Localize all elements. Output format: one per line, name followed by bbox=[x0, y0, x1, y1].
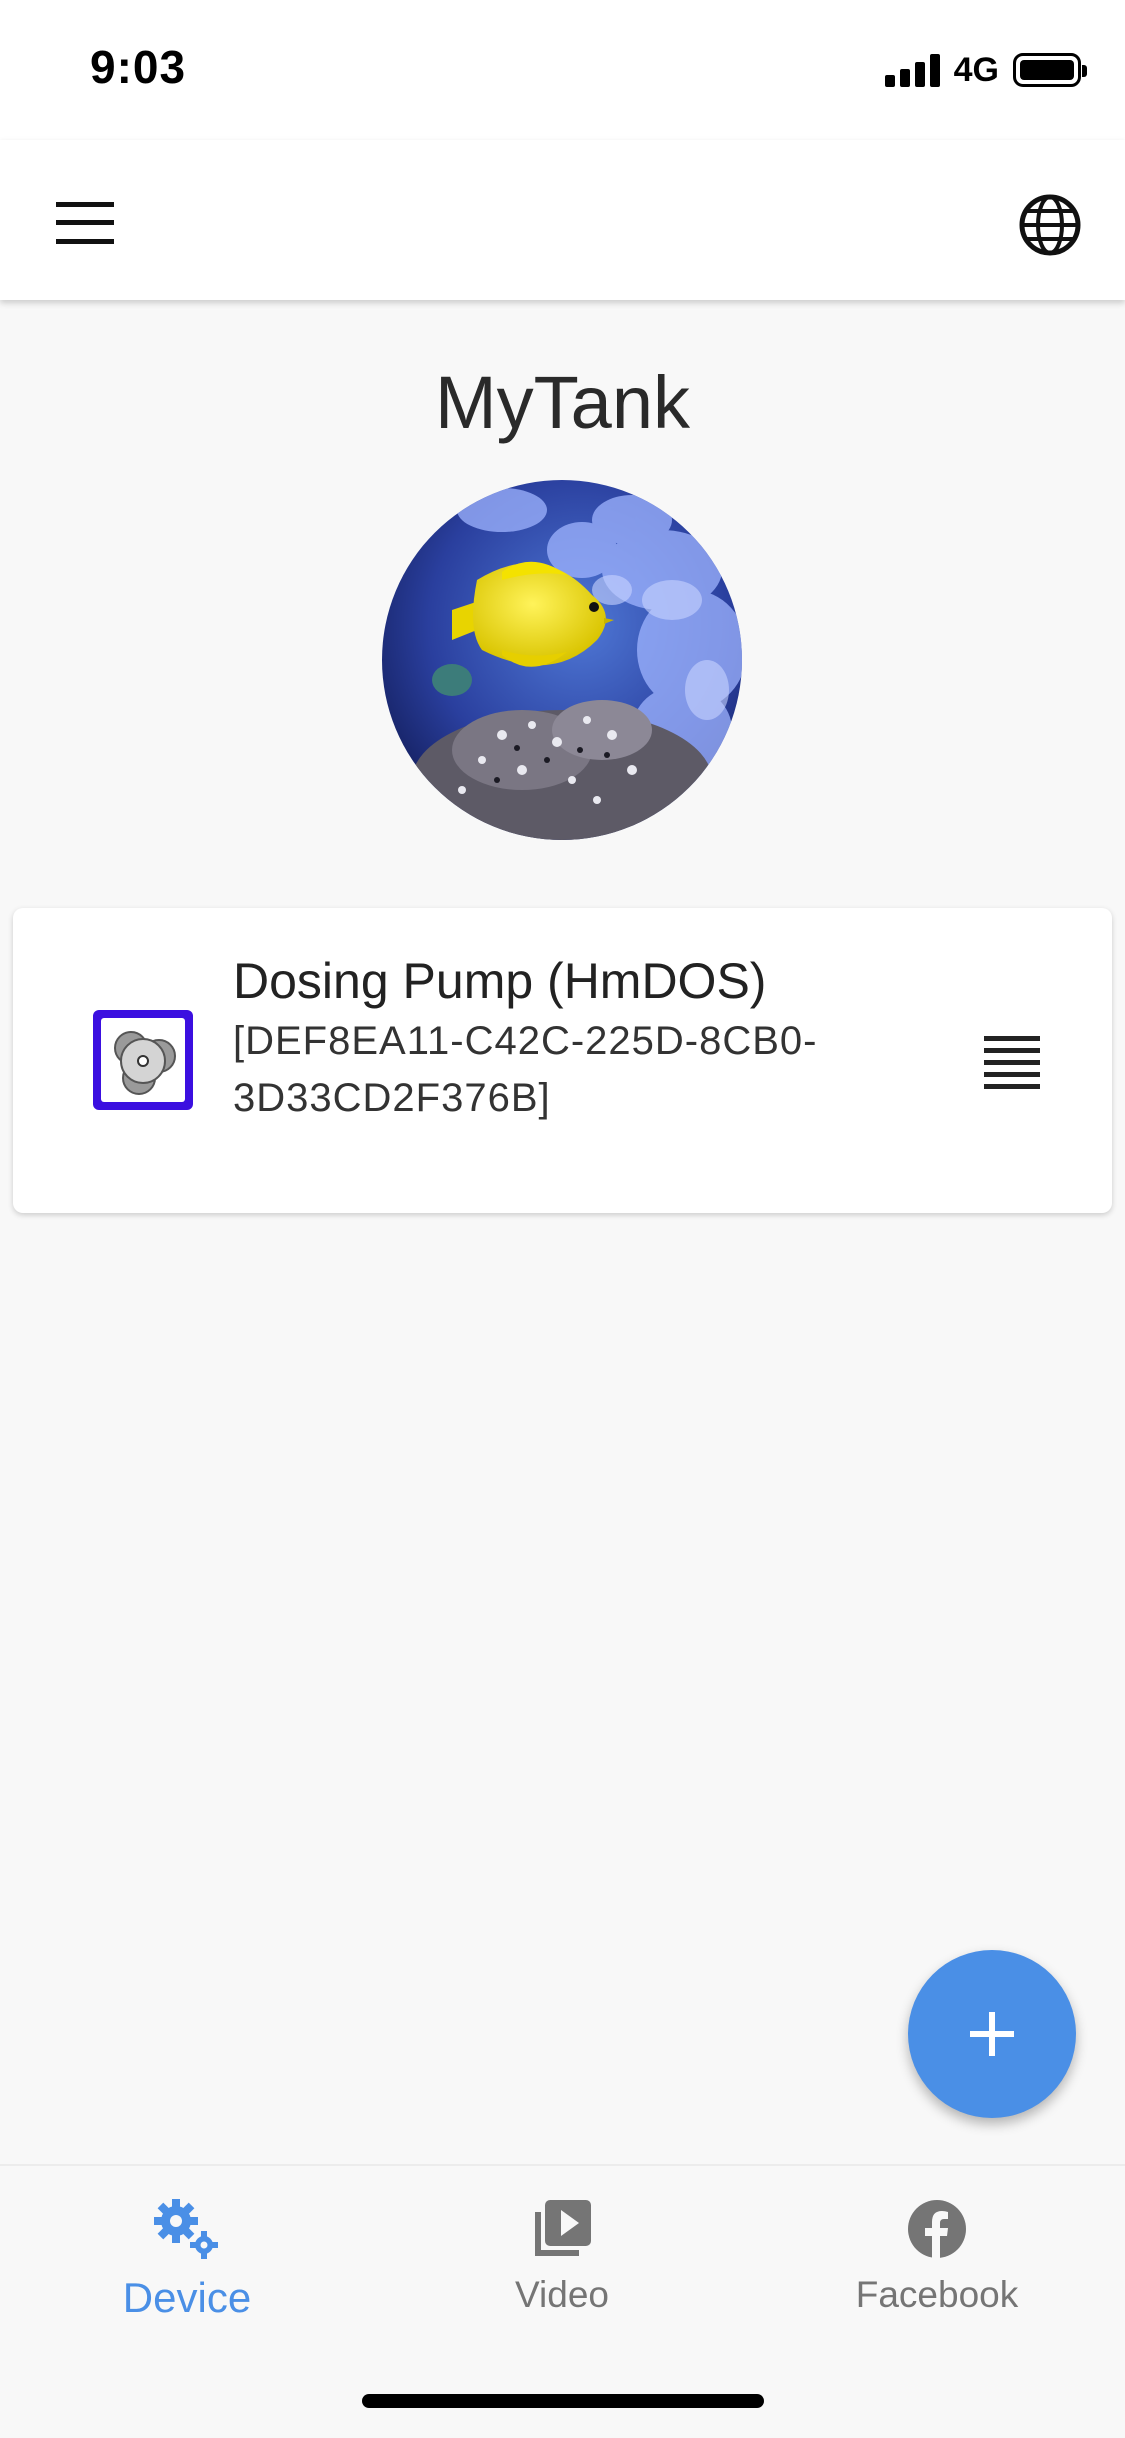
cellular-signal-icon bbox=[884, 53, 940, 87]
globe-icon bbox=[1019, 194, 1081, 256]
dosing-pump-icon bbox=[91, 1008, 195, 1112]
reorder-icon[interactable] bbox=[984, 1036, 1044, 1089]
tank-title: MyTank bbox=[435, 361, 690, 444]
tank-photo[interactable] bbox=[382, 480, 742, 840]
video-library-icon bbox=[535, 2200, 591, 2256]
device-id: [DEF8EA11-C42C-225D-8CB0-3D33CD2F376B] bbox=[233, 1013, 953, 1127]
status-indicators: 4G bbox=[884, 48, 1087, 92]
battery-icon bbox=[1013, 53, 1087, 87]
tab-facebook[interactable]: Facebook bbox=[787, 2194, 1087, 2334]
tank-photo-image bbox=[382, 480, 742, 840]
device-id-text: [DEF8EA11-C42C-225D-8CB0-3D33CD2F376B] bbox=[233, 1019, 818, 1120]
tab-video[interactable]: Video bbox=[412, 2194, 712, 2334]
app-bar bbox=[0, 140, 1125, 300]
tab-facebook-label: Facebook bbox=[855, 2274, 1019, 2315]
hamburger-menu-icon bbox=[56, 202, 114, 244]
add-device-button[interactable] bbox=[908, 1950, 1076, 2118]
facebook-icon bbox=[908, 2200, 966, 2258]
device-card[interactable]: Dosing Pump (HmDOS) [DEF8EA11-C42C-225D-… bbox=[13, 908, 1112, 1213]
home-indicator bbox=[362, 2394, 764, 2408]
tab-device-label: Device bbox=[122, 2274, 252, 2321]
tab-device[interactable]: Device bbox=[37, 2194, 337, 2334]
status-time: 9:03 bbox=[90, 41, 187, 93]
menu-button[interactable] bbox=[40, 188, 130, 258]
gears-icon bbox=[154, 2199, 218, 2259]
language-button[interactable] bbox=[1005, 180, 1095, 270]
tab-video-label: Video bbox=[515, 2274, 609, 2315]
plus-icon bbox=[970, 2012, 1014, 2056]
device-name: Dosing Pump (HmDOS) bbox=[233, 953, 767, 1009]
network-type: 4G bbox=[953, 50, 999, 89]
status-bar: 9:03 4G bbox=[0, 0, 1125, 140]
